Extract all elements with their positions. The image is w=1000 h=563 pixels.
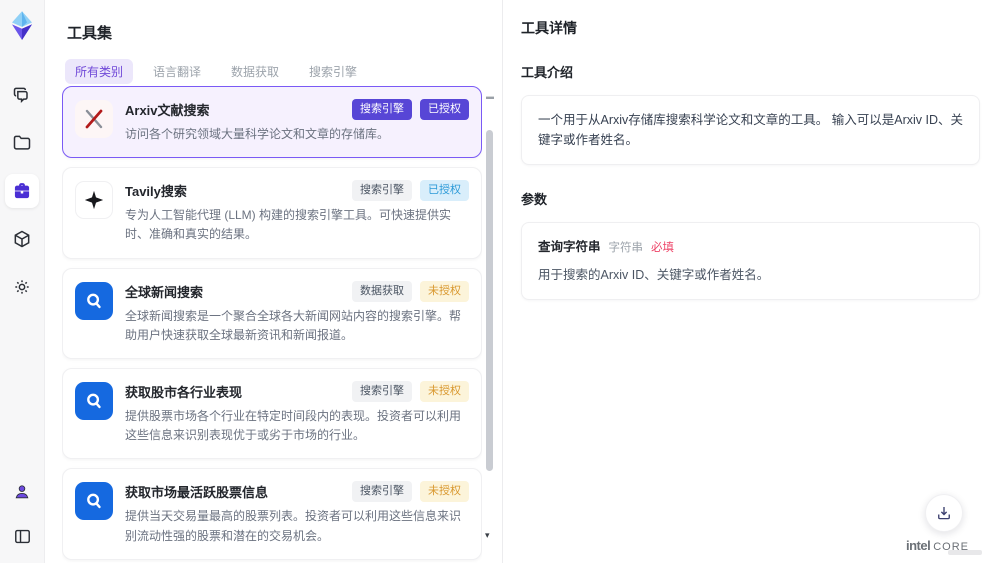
param-name: 查询字符串 [538,240,601,254]
scroll-down-icon[interactable]: ▾ [485,530,490,541]
search-app-icon [75,482,113,521]
category-tab[interactable]: 数据获取 [221,59,289,84]
params-header: 参数 [521,192,548,207]
panel-icon[interactable] [5,519,39,553]
auth-status-badge: 未授权 [420,280,469,302]
intel-wordmark: intel [906,538,931,553]
tool-detail-panel: 工具详情 工具介绍 一个用于从Arxiv存储库搜索科学论文和文章的工具。 输入可… [502,0,1000,563]
category-tab[interactable]: 语言翻译 [143,59,211,84]
param-description: 用于搜索的Arxiv ID、关键字或作者姓名。 [538,268,770,283]
tool-description: 提供股票市场各个行业在特定时间段内的表现。投资者可以利用这些信息来识别表现优于或… [125,408,462,443]
auth-status-badge: 未授权 [420,380,469,402]
auth-status-badge: 已授权 [420,180,469,202]
download-button[interactable] [925,494,963,532]
toolbox-icon[interactable] [5,174,39,208]
param-type: 字符串 [608,242,644,254]
folder-icon[interactable] [5,126,39,160]
intro-header: 工具介绍 [521,65,574,80]
package-icon[interactable] [5,222,39,256]
tool-intro-card: 一个用于从Arxiv存储库搜索科学论文和文章的工具。 输入可以是Arxiv ID… [521,95,980,165]
category-badge: 数据获取 [352,280,412,302]
chat-icon[interactable] [5,78,39,112]
tavily-star-icon [75,181,113,220]
tool-description: 全球新闻搜索是一个聚合全球各大新闻网站内容的搜索引擎。帮助用户快速获取全球最新资… [125,308,462,342]
gear-icon[interactable] [5,270,39,304]
tool-card[interactable]: Arxiv文献搜索 访问各个研究领域大量科学论文和文章的存储库。 搜索引擎 已授… [62,86,482,159]
sidebar [0,0,45,563]
category-badge: 搜索引擎 [352,99,412,120]
search-app-icon [75,281,113,320]
page-title: 工具集 [67,25,113,42]
tool-card[interactable]: 获取市场最活跃股票信息 提供当天交易量最高的股票列表。投资者可以利用这些信息来识… [62,468,482,560]
list-scrollbar[interactable]: ▬ ▾ [485,92,494,540]
category-tab[interactable]: 所有类别 [65,59,134,84]
tool-list-panel: 工具集 所有类别 语言翻译 数据获取 搜索引擎 Arxiv文献搜索 访问各个研究领域大… [45,0,502,563]
tool-description: 提供当天交易量最高的股票列表。投资者可以利用这些信息来识别流动性强的股票和潜在的… [125,509,462,543]
tool-description: 专为人工智能代理 (LLM) 构建的搜索引擎工具。可快速提供实时、准确和真实的结… [125,208,452,242]
tool-description: 访问各个研究领域大量科学论文和文章的存储库。 [125,127,390,141]
category-tabs: 所有类别 语言翻译 数据获取 搜索引擎 [65,59,482,84]
app-logo [7,10,37,40]
core-wordmark: CORE [933,541,970,553]
user-icon[interactable] [5,475,39,509]
scrollbar-thumb[interactable] [486,130,493,471]
tool-card[interactable]: 获取股市各行业表现 提供股票市场各个行业在特定时间段内的表现。投资者可以利用这些… [62,367,482,460]
category-badge: 搜索引擎 [352,481,412,503]
floating-corner: intel CORE [906,494,982,555]
tool-list: Arxiv文献搜索 访问各个研究领域大量科学论文和文章的存储库。 搜索引擎 已授… [62,86,482,563]
param-required-badge: 必填 [651,242,675,254]
param-card: 查询字符串 字符串 必填 用于搜索的Arxiv ID、关键字或作者姓名。 [521,222,980,301]
category-badge: 搜索引擎 [352,180,412,202]
detail-title: 工具详情 [521,20,577,36]
intel-core-logo: intel CORE [906,538,982,555]
sidebar-bottom [5,475,39,553]
category-badge: 搜索引擎 [352,380,412,402]
sidebar-nav [5,78,39,304]
auth-status-badge: 已授权 [420,99,469,120]
scroll-up-icon[interactable]: ▬ [486,92,494,101]
app-window: 工具集 所有类别 语言翻译 数据获取 搜索引擎 Arxiv文献搜索 访问各个研究领域大… [0,0,1000,563]
auth-status-badge: 未授权 [420,481,469,503]
search-app-icon [75,381,113,420]
arxiv-logo-icon [75,100,113,138]
category-tab[interactable]: 搜索引擎 [299,59,367,84]
tool-card[interactable]: 全球新闻搜索 全球新闻搜索是一个聚合全球各大新闻网站内容的搜索引擎。帮助用户快速… [62,267,482,359]
tool-card[interactable]: Tavily搜索 专为人工智能代理 (LLM) 构建的搜索引擎工具。可快速提供实… [62,167,482,259]
